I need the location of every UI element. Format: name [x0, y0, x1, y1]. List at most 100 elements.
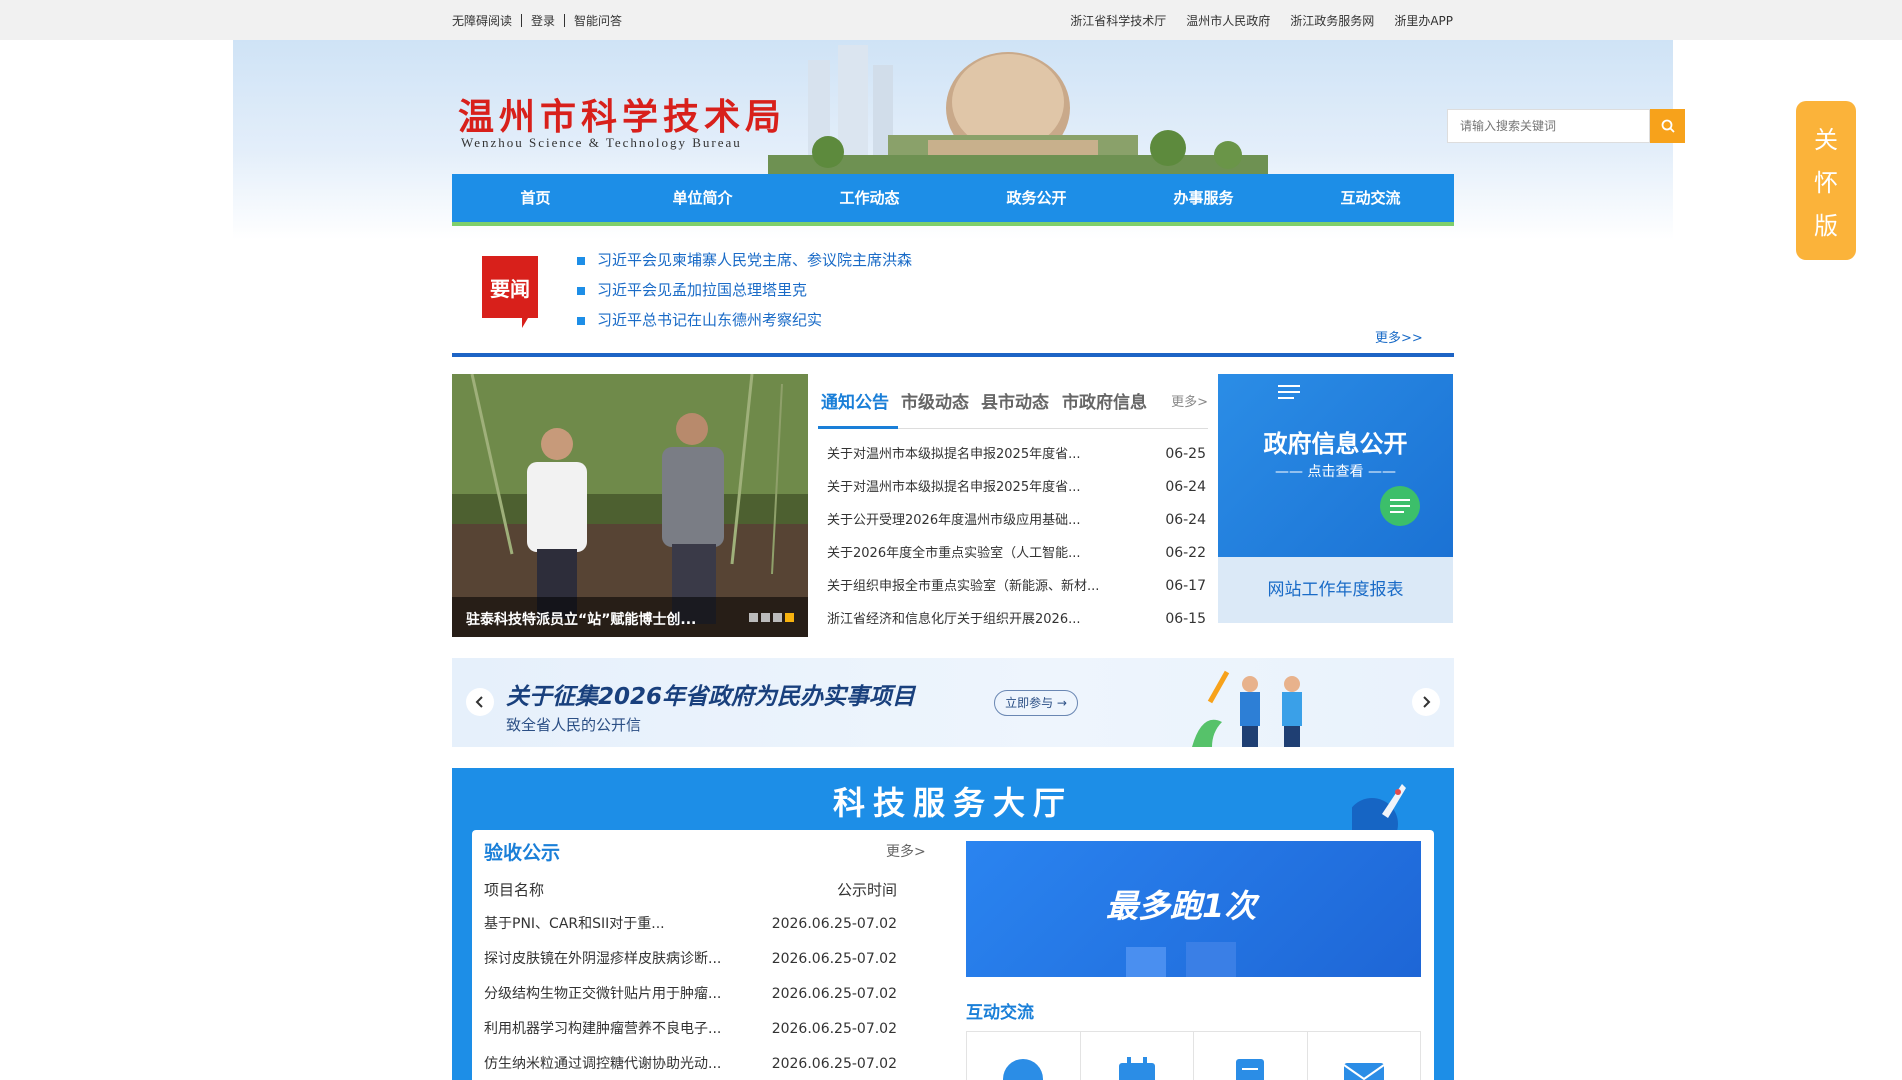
carousel-dot-active[interactable]	[785, 613, 794, 622]
table-row[interactable]: 基于PNI、CAR和SII对于重... 2026.06.25-07.02	[484, 907, 897, 942]
table-row[interactable]: 探讨皮肤镜在外阴湿疹样皮肤病诊断... 2026.06.25-07.02	[484, 942, 897, 977]
interaction-title[interactable]: 互动交流	[966, 998, 1034, 1023]
headline-news-item[interactable]: 习近平会见孟加拉国总理塔里克	[577, 275, 912, 305]
search-icon	[1661, 119, 1675, 133]
mail-icon	[1343, 1063, 1385, 1080]
notice-item[interactable]: 关于公开受理2026年度温州市级应用基础... 06-24	[818, 504, 1208, 537]
nav-gov-disclosure[interactable]: 政务公开	[953, 174, 1120, 222]
banner-prev-button[interactable]	[466, 688, 494, 716]
smart-qa-link[interactable]: 智能问答	[574, 12, 622, 29]
top-utility-bar: 无障碍阅读 登录 智能问答 浙江省科学技术厅 温州市人民政府 浙江政务服务网 浙…	[0, 0, 1902, 40]
tab-notices[interactable]: 通知公告	[821, 388, 889, 413]
acceptance-notice-title[interactable]: 验收公示	[484, 838, 560, 865]
document-icon	[1278, 385, 1300, 399]
login-link[interactable]: 登录	[531, 12, 555, 29]
headline-news-badge: 要闻	[482, 256, 538, 328]
acceptance-more-link[interactable]: 更多>	[886, 841, 926, 861]
zhejiang-gov-service-link[interactable]: 浙江政务服务网	[1290, 12, 1374, 29]
notice-item[interactable]: 关于2026年度全市重点实验室（人工智能... 06-22	[818, 537, 1208, 570]
document-icon	[1236, 1059, 1265, 1080]
carousel-dot[interactable]	[773, 613, 782, 622]
notice-more-link[interactable]: 更多>	[1171, 391, 1208, 410]
banner-title: 关于征集2026年省政府为民办实事项目	[506, 684, 916, 710]
wenzhou-government-link[interactable]: 温州市人民政府	[1186, 12, 1270, 29]
project-name[interactable]: 基于PNI、CAR和SII对于重...	[484, 907, 665, 942]
promo-banner[interactable]: 关于征集2026年省政府为民办实事项目 致全省人民的公开信 立即参与 →	[452, 658, 1454, 747]
table-row[interactable]: 分级结构生物正交微针贴片用于肿瘤... 2026.06.25-07.02	[484, 977, 897, 1012]
carousel-dot[interactable]	[749, 613, 758, 622]
site-subtitle: Wenzhou Science & Technology Bureau	[461, 135, 742, 150]
care-mode-char: 版	[1814, 212, 1838, 240]
table-row[interactable]: 利用机器学习构建肿瘤营养不良电子... 2026.06.25-07.02	[484, 1012, 897, 1047]
notice-title[interactable]: 关于2026年度全市重点实验室（人工智能...	[827, 537, 1080, 570]
interaction-item-consult[interactable]	[967, 1032, 1081, 1080]
nav-home[interactable]: 首页	[452, 174, 619, 222]
skyline-illustration	[768, 45, 1268, 175]
sci-tech-service-hall: 科技服务大厅 验收公示 更多> 项目名称 公示时间 基于PNI、CAR和SII对…	[452, 768, 1454, 1080]
notice-period: 2026.06.25-07.02	[771, 916, 897, 932]
zhelibang-app-link[interactable]: 浙里办APP	[1394, 12, 1453, 29]
notice-title[interactable]: 关于组织申报全市重点实验室（新能源、新材...	[827, 570, 1099, 603]
notice-date: 06-22	[1165, 545, 1206, 561]
interaction-item-mailbox[interactable]	[1308, 1032, 1421, 1080]
headline-badge-label: 要闻	[490, 277, 530, 301]
calendar-icon	[1118, 1057, 1155, 1080]
notice-period: 2026.06.25-07.02	[771, 1056, 897, 1072]
headline-news-more-link[interactable]: 更多>>	[1375, 327, 1423, 346]
project-name[interactable]: 探讨皮肤镜在外阴湿疹样皮肤病诊断...	[484, 942, 721, 977]
site-title[interactable]: 温州市科学技术局	[458, 88, 786, 140]
most-run-once-banner[interactable]: 最多跑1次	[966, 841, 1421, 977]
notice-title[interactable]: 关于对温州市本级拟提名申报2025年度省...	[827, 471, 1080, 504]
search-button[interactable]	[1650, 109, 1685, 143]
gov-info-disclosure-banner[interactable]: 政府信息公开 —— 点击查看 ——	[1218, 374, 1453, 557]
provincial-sci-tech-dept-link[interactable]: 浙江省科学技术厅	[1070, 12, 1166, 29]
tab-city-gov-info[interactable]: 市政府信息	[1062, 388, 1147, 413]
notice-title[interactable]: 关于公开受理2026年度温州市级应用基础...	[827, 504, 1080, 537]
service-hall-title: 科技服务大厅	[832, 784, 1073, 822]
carousel-caption-bar: 驻泰科技特派员立“站”赋能博士创...	[452, 597, 808, 637]
notice-title[interactable]: 关于对温州市本级拟提名申报2025年度省...	[827, 438, 1080, 471]
notice-item[interactable]: 关于对温州市本级拟提名申报2025年度省... 06-24	[818, 471, 1208, 504]
banner-next-button[interactable]	[1412, 688, 1440, 716]
accessible-reading-link[interactable]: 无障碍阅读	[452, 12, 512, 29]
interaction-item-survey[interactable]	[1194, 1032, 1308, 1080]
care-mode-button[interactable]: 关 怀 版	[1796, 101, 1856, 260]
people-illustration	[1192, 670, 1302, 747]
chat-bubble-icon	[1380, 486, 1420, 526]
nav-interaction[interactable]: 互动交流	[1287, 174, 1454, 222]
tab-city-news[interactable]: 市级动态	[901, 388, 969, 413]
notice-item[interactable]: 关于对温州市本级拟提名申报2025年度省... 06-25	[818, 438, 1208, 471]
nav-about[interactable]: 单位简介	[619, 174, 786, 222]
annual-report-link[interactable]: 网站工作年度报表	[1218, 557, 1453, 623]
notice-list: 关于对温州市本级拟提名申报2025年度省... 06-25 关于对温州市本级拟提名…	[818, 438, 1208, 636]
project-name[interactable]: 分级结构生物正交微针贴片用于肿瘤...	[484, 977, 721, 1012]
care-mode-char: 怀	[1814, 169, 1838, 197]
person-icon	[1003, 1059, 1044, 1080]
divider	[521, 14, 523, 27]
photo-carousel[interactable]: 驻泰科技特派员立“站”赋能博士创...	[452, 374, 808, 637]
notice-title[interactable]: 浙江省经济和信息化厅关于组织开展2026...	[827, 603, 1080, 636]
gov-info-title: 政府信息公开	[1263, 430, 1408, 458]
headline-news-item[interactable]: 习近平会见柬埔寨人民党主席、参议院主席洪森	[577, 245, 912, 275]
notice-date: 06-24	[1165, 479, 1206, 495]
interaction-item-schedule[interactable]	[1081, 1032, 1194, 1080]
carousel-caption[interactable]: 驻泰科技特派员立“站”赋能博士创...	[466, 609, 696, 629]
table-row[interactable]: 仿生纳米粒通过调控糖代谢协助光动... 2026.06.25-07.02	[484, 1047, 897, 1080]
notice-item[interactable]: 关于组织申报全市重点实验室（新能源、新材... 06-17	[818, 570, 1208, 603]
project-name[interactable]: 仿生纳米粒通过调控糖代谢协助光动...	[484, 1047, 721, 1080]
chevron-left-icon	[475, 696, 483, 708]
search-input[interactable]	[1447, 109, 1650, 143]
banner-join-button[interactable]: 立即参与 →	[994, 690, 1078, 716]
server-illustration	[1126, 942, 1236, 977]
nav-services[interactable]: 办事服务	[1120, 174, 1287, 222]
active-tab-underline	[818, 426, 898, 429]
notice-item[interactable]: 浙江省经济和信息化厅关于组织开展2026... 06-15	[818, 603, 1208, 636]
carousel-dot[interactable]	[761, 613, 770, 622]
project-name[interactable]: 利用机器学习构建肿瘤营养不良电子...	[484, 1012, 721, 1047]
gov-info-click-label: 点击查看	[1307, 464, 1364, 480]
main-nav: 首页 单位简介 工作动态 政务公开 办事服务 互动交流	[452, 174, 1454, 226]
headline-news-item[interactable]: 习近平总书记在山东德州考察纪实	[577, 305, 912, 335]
nav-work-news[interactable]: 工作动态	[786, 174, 953, 222]
tab-county-news[interactable]: 县市动态	[981, 388, 1049, 413]
notice-period: 2026.06.25-07.02	[771, 951, 897, 967]
